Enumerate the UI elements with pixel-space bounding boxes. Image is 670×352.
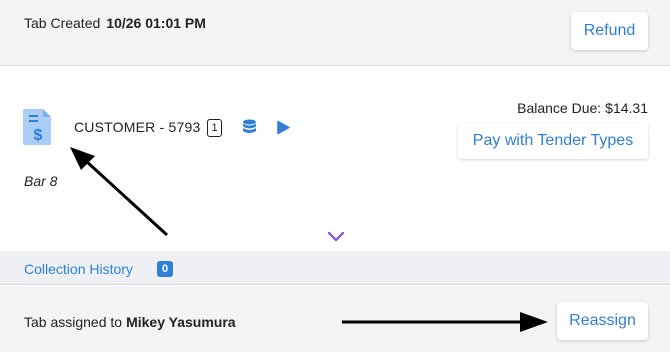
customer-name: CUSTOMER - 5793	[74, 119, 201, 135]
collection-count-badge: 0	[157, 261, 173, 277]
play-icon[interactable]	[276, 120, 290, 135]
pay-with-tender-types-button[interactable]: Pay with Tender Types	[458, 123, 648, 159]
receipt-dollar-icon: $	[23, 109, 51, 145]
guest-count-badge: 1	[207, 119, 222, 137]
tab-assigned-label: Tab assigned to	[24, 314, 123, 330]
balance-due: Balance Due: $14.31	[517, 100, 648, 116]
annotation-arrow	[70, 147, 169, 237]
collection-history-link[interactable]: Collection History	[24, 261, 133, 277]
svg-text:$: $	[34, 127, 43, 144]
balance-due-label: Balance Due:	[517, 100, 602, 116]
tab-assigned: Tab assigned to Mikey Yasumura	[24, 314, 236, 330]
annotation-arrow	[342, 312, 548, 332]
chevron-down-icon[interactable]	[327, 231, 345, 242]
tab-created-label: Tab Created	[24, 15, 101, 31]
tab-created: Tab Created 10/26 01:01 PM	[24, 15, 206, 31]
refund-button[interactable]: Refund	[571, 12, 648, 50]
database-icon[interactable]	[242, 119, 257, 136]
reassign-button[interactable]: Reassign	[557, 302, 648, 340]
tab-location: Bar 8	[24, 173, 58, 189]
tab-header: Tab Created 10/26 01:01 PM Refund	[0, 0, 670, 66]
balance-due-value: $14.31	[605, 100, 648, 116]
collection-history-bar[interactable]: Collection History 0	[0, 251, 670, 285]
tab-created-value: 10/26 01:01 PM	[106, 15, 206, 31]
assigned-user-name: Mikey Yasumura	[126, 314, 236, 330]
